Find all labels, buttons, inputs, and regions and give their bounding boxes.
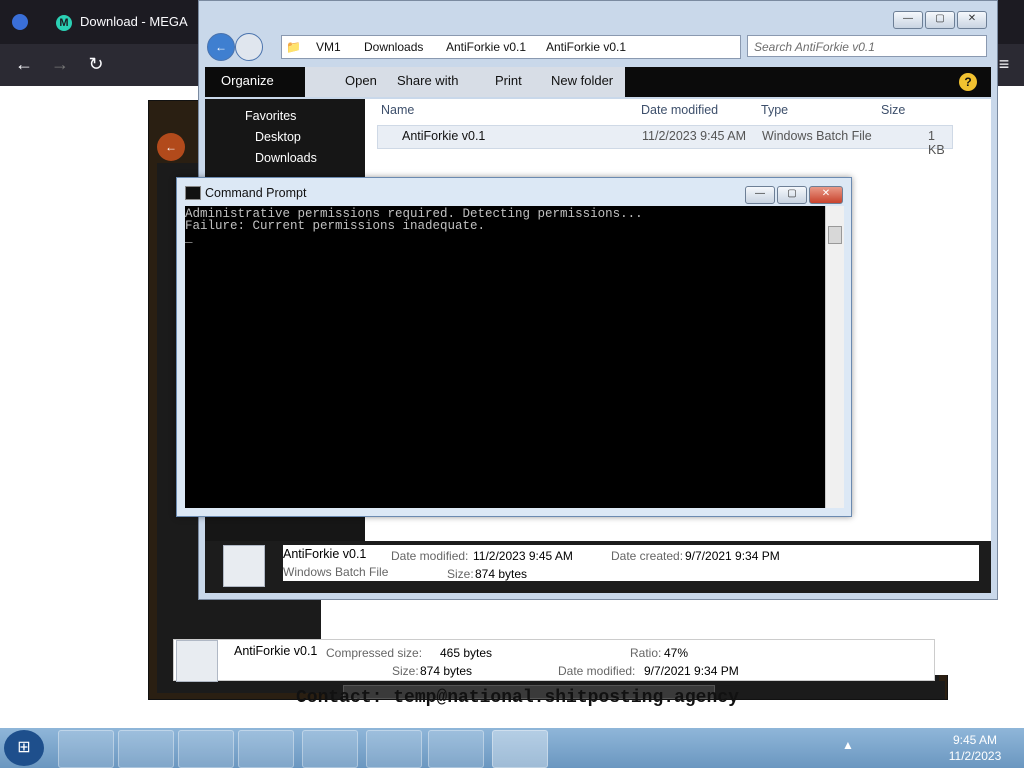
- cmd-taskbar-icon[interactable]: [492, 730, 548, 768]
- details-modified-label: Date modified:: [391, 549, 469, 563]
- ratio-value: 47%: [664, 646, 689, 660]
- breadcrumb-subfolder[interactable]: AntiForkie v0.1: [546, 36, 626, 58]
- size-label: Size:: [392, 664, 419, 678]
- explorer-icon[interactable]: [118, 730, 174, 768]
- details-name: AntiForkie v0.1: [283, 547, 367, 561]
- breadcrumb-folder[interactable]: AntiForkie v0.1: [446, 36, 526, 58]
- chrome-icon[interactable]: [238, 730, 294, 768]
- archive-status-bar: AntiForkie v0.1 Compressed size: 465 byt…: [173, 639, 935, 682]
- ratio-label: Ratio:: [630, 646, 662, 660]
- firefox-icon[interactable]: [302, 730, 358, 768]
- details-type: Windows Batch File: [283, 565, 389, 579]
- modified-label: Date modified:: [558, 664, 636, 678]
- firefox-icon[interactable]: [12, 14, 28, 30]
- organize-button[interactable]: Organize: [211, 67, 284, 97]
- contact-text: Contact: temp@national.shitposting.agenc…: [296, 688, 739, 708]
- scroll-thumb[interactable]: [828, 226, 842, 244]
- batch-file-icon: [223, 545, 265, 587]
- close-button[interactable]: ✕: [957, 11, 987, 29]
- details-created-value: 9/7/2021 9:34 PM: [685, 549, 780, 563]
- column-name[interactable]: Name: [381, 103, 414, 117]
- tray-icons[interactable]: [866, 738, 932, 758]
- clock[interactable]: 9:45 AM 11/2/2023: [940, 732, 1010, 764]
- cmd-maximize-button[interactable]: ▢: [777, 186, 807, 204]
- minimize-button[interactable]: —: [893, 11, 923, 29]
- media-player-icon[interactable]: [178, 730, 234, 768]
- sidebar-item-downloads[interactable]: Downloads: [255, 151, 317, 165]
- sidebar-item-desktop[interactable]: Desktop: [255, 130, 301, 144]
- clock-time: 9:45 AM: [952, 733, 998, 747]
- app-icon[interactable]: [366, 730, 422, 768]
- back-icon[interactable]: ←: [207, 33, 235, 61]
- details-size-label: Size:: [447, 567, 474, 581]
- share-button[interactable]: Share with: [387, 67, 468, 97]
- cmd-close-button[interactable]: ✕: [809, 186, 843, 204]
- sidebar-item-favorites[interactable]: Favorites: [245, 109, 296, 123]
- back-icon[interactable]: ←: [10, 50, 38, 78]
- maximize-button[interactable]: ▢: [925, 11, 955, 29]
- details-size-value: 874 bytes: [475, 567, 528, 581]
- modified-value: 9/7/2021 9:34 PM: [644, 664, 739, 678]
- browser-tab[interactable]: M Download - MEGA: [46, 8, 198, 36]
- address-bar[interactable]: 📁 VM1 Downloads AntiForkie v0.1 AntiFork…: [281, 35, 741, 59]
- console-cursor: _: [185, 231, 193, 245]
- console-line-2: Failure: Current permissions inadequate.: [185, 219, 486, 233]
- compressed-value: 465 bytes: [440, 646, 493, 660]
- clock-date: 11/2/2023: [948, 749, 1002, 763]
- details-modified-value: 11/2/2023 9:45 AM: [473, 549, 573, 563]
- breadcrumb-downloads[interactable]: Downloads: [364, 36, 423, 58]
- archive-back-icon[interactable]: ←: [157, 133, 185, 161]
- cmd-icon: [185, 186, 201, 200]
- forward-icon[interactable]: [235, 33, 263, 61]
- batch-file-icon: [176, 640, 218, 682]
- mega-icon: M: [56, 14, 72, 31]
- print-button[interactable]: Print: [485, 67, 532, 97]
- details-pane: AntiForkie v0.1 Windows Batch File Date …: [205, 541, 991, 593]
- ie-icon[interactable]: [58, 730, 114, 768]
- compressed-label: Compressed size:: [326, 646, 423, 660]
- command-toolbar: Organize Open Share with Print New folde…: [205, 67, 991, 97]
- column-size[interactable]: Size: [881, 103, 905, 117]
- details-area: AntiForkie v0.1 Windows Batch File Date …: [283, 545, 979, 581]
- cmd-title: Command Prompt: [205, 186, 307, 200]
- tab-title: Download - MEGA: [80, 14, 188, 29]
- folder-icon: 📁: [286, 40, 301, 54]
- vertical-scrollbar[interactable]: [825, 206, 844, 508]
- column-date[interactable]: Date modified: [641, 103, 718, 117]
- details-created-label: Date created:: [611, 549, 684, 563]
- help-icon[interactable]: ?: [959, 73, 977, 91]
- notepad-icon[interactable]: [428, 730, 484, 768]
- archive-file-name: AntiForkie v0.1: [234, 644, 318, 658]
- row-type: Windows Batch File: [762, 129, 872, 143]
- row-size: 1 KB: [928, 129, 945, 157]
- taskbar: ⊞ ▲ 9:45 AM 11/2/2023: [0, 728, 1024, 768]
- new-folder-button[interactable]: New folder: [541, 67, 623, 97]
- tray-arrow-icon[interactable]: ▲: [842, 738, 854, 752]
- cmd-minimize-button[interactable]: —: [745, 186, 775, 204]
- console-output[interactable]: Administrative permissions required. Det…: [185, 206, 825, 508]
- search-input[interactable]: Search AntiForkie v0.1: [747, 35, 987, 57]
- forward-icon[interactable]: →: [46, 50, 74, 78]
- start-button[interactable]: ⊞: [4, 730, 44, 766]
- breadcrumb-vm1[interactable]: VM1: [316, 36, 341, 58]
- reload-icon[interactable]: ↻: [82, 50, 110, 78]
- size-value: 874 bytes: [420, 664, 473, 678]
- table-row[interactable]: AntiForkie v0.1 11/2/2023 9:45 AM Window…: [377, 125, 953, 157]
- command-prompt-window[interactable]: Command Prompt — ▢ ✕ Administrative perm…: [176, 177, 852, 517]
- column-type[interactable]: Type: [761, 103, 788, 117]
- row-name: AntiForkie v0.1: [402, 129, 486, 143]
- row-date: 11/2/2023 9:45 AM: [642, 129, 747, 143]
- open-button[interactable]: Open: [335, 67, 387, 97]
